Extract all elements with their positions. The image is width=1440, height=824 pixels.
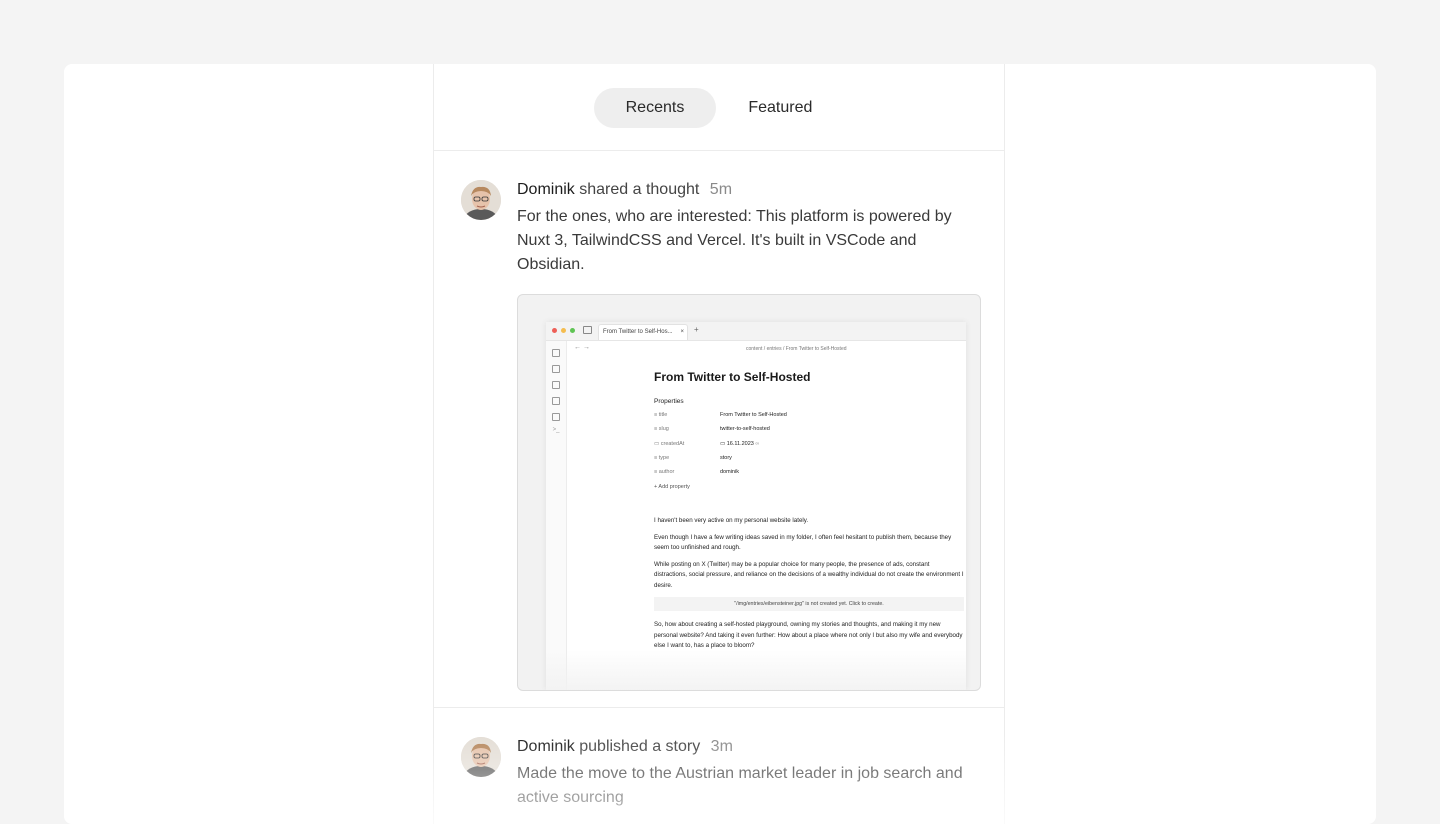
screenshot-tab-title: From Twitter to Self-Hos... bbox=[603, 329, 673, 335]
tab-featured[interactable]: Featured bbox=[716, 88, 844, 128]
minimize-dot-icon bbox=[561, 328, 566, 333]
screenshot-document: From Twitter to Self-Hosted Properties ≡… bbox=[654, 370, 964, 658]
property-row: ≡ type story bbox=[654, 455, 964, 469]
doc-paragraph: Even though I have a few writing ideas s… bbox=[654, 533, 952, 552]
add-property-link: + Add property bbox=[654, 484, 690, 491]
avatar[interactable] bbox=[461, 737, 501, 777]
property-value: dominik bbox=[720, 469, 739, 476]
add-tab-icon: + bbox=[694, 325, 699, 334]
calendar-icon: ▭ bbox=[720, 440, 727, 447]
nav-arrows-icon: ← → bbox=[574, 344, 590, 351]
doc-heading: From Twitter to Self-Hosted bbox=[654, 370, 811, 384]
avatar[interactable] bbox=[461, 180, 501, 220]
feed-post[interactable]: Dominik published a story 3m Made the mo… bbox=[434, 708, 1004, 810]
avatar-photo bbox=[461, 737, 501, 777]
property-value: From Twitter to Self-Hosted bbox=[720, 412, 787, 418]
post-author[interactable]: Dominik bbox=[517, 738, 575, 755]
post-author[interactable]: Dominik bbox=[517, 181, 575, 198]
post-time: 3m bbox=[710, 738, 733, 755]
property-row: ≡ author dominik bbox=[654, 469, 964, 483]
screenshot-tab: From Twitter to Self-Hos... × bbox=[598, 324, 688, 340]
doc-paragraph: So, how about creating a self-hosted pla… bbox=[654, 621, 963, 650]
avatar-photo bbox=[461, 180, 501, 220]
post-meta: Dominik published a story 3m bbox=[517, 736, 977, 758]
property-key: ▭ createdAt bbox=[654, 440, 685, 447]
property-key: ≡ author bbox=[654, 469, 675, 476]
feed-post[interactable]: Dominik shared a thought 5m For the ones… bbox=[434, 151, 1004, 708]
screenshot-window: From Twitter to Self-Hos... × + >_ ← → c… bbox=[546, 322, 966, 690]
property-row: ▭ createdAt ▭ 16.11.2023 ∞ bbox=[654, 441, 964, 455]
close-dot-icon bbox=[552, 328, 557, 333]
post-text: Made the move to the Austrian market lea… bbox=[517, 765, 963, 806]
property-key: ≡ slug bbox=[654, 426, 669, 433]
link-icon: ∞ bbox=[753, 440, 760, 447]
sidebar-terminal-icon: >_ bbox=[552, 427, 560, 433]
doc-paragraph: While posting on X (Twitter) may be a po… bbox=[654, 560, 964, 589]
screenshot-titlebar: From Twitter to Self-Hos... × + bbox=[546, 322, 966, 341]
property-value: story bbox=[720, 454, 732, 461]
maximize-dot-icon bbox=[570, 328, 575, 333]
property-row: ≡ slug twitter-to-self-hosted bbox=[654, 426, 964, 440]
post-meta: Dominik shared a thought 5m bbox=[517, 179, 977, 201]
property-key: ≡ type bbox=[654, 454, 670, 461]
feed-column: Recents Featured Dominik shared a though… bbox=[433, 64, 1005, 824]
screenshot-sidebar: >_ bbox=[546, 341, 567, 690]
property-key: ≡ title bbox=[654, 412, 668, 418]
close-icon: × bbox=[680, 329, 684, 335]
missing-image-notice: "/img/entries/eibensteiner.jpg" is not c… bbox=[654, 597, 964, 612]
sidebar-calendar-icon bbox=[552, 397, 560, 405]
post-image[interactable]: From Twitter to Self-Hos... × + >_ ← → c… bbox=[517, 294, 981, 691]
doc-paragraph: I haven't been very active on my persona… bbox=[654, 517, 809, 525]
sidebar-grid-icon bbox=[552, 381, 560, 389]
screenshot-fade bbox=[546, 650, 966, 690]
post-action: shared a thought bbox=[579, 181, 700, 198]
screenshot-breadcrumb: content / entries / From Twitter to Self… bbox=[746, 346, 847, 352]
post-text: For the ones, who are interested: This p… bbox=[517, 208, 952, 273]
property-value: twitter-to-self-hosted bbox=[720, 426, 770, 433]
post-action: published a story bbox=[579, 738, 701, 755]
sidebar-toggle-icon bbox=[583, 326, 592, 334]
property-row: ≡ title From Twitter to Self-Hosted bbox=[654, 412, 964, 426]
post-time: 5m bbox=[709, 181, 733, 198]
sidebar-file-icon bbox=[552, 349, 560, 357]
sidebar-graph-icon bbox=[552, 365, 560, 373]
feed-tabs: Recents Featured bbox=[434, 64, 1004, 151]
tab-recents[interactable]: Recents bbox=[593, 88, 717, 128]
property-value: ▭ 16.11.2023 ∞ bbox=[720, 440, 760, 447]
sidebar-copy-icon bbox=[552, 413, 560, 421]
feed-card: Recents Featured Dominik shared a though… bbox=[64, 64, 1376, 824]
properties-label: Properties bbox=[654, 398, 684, 405]
